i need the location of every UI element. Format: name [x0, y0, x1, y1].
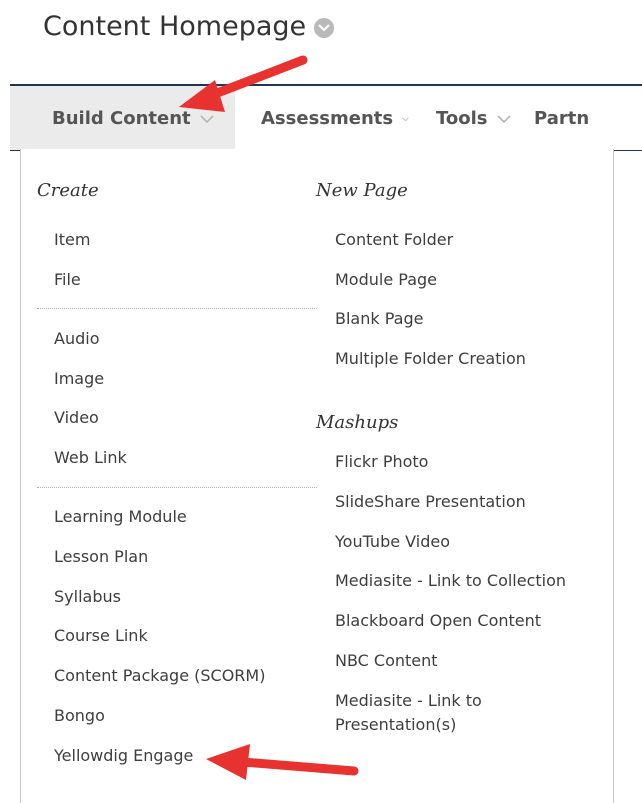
menu-item-flickr-photo[interactable]: Flickr Photo [335, 452, 428, 471]
menu-item-lesson-plan[interactable]: Lesson Plan [54, 547, 148, 566]
menu-item-blackboard-open-content[interactable]: Blackboard Open Content [335, 611, 541, 630]
partner-menu-button[interactable]: Partn [534, 86, 589, 150]
menu-item-syllabus[interactable]: Syllabus [54, 587, 121, 606]
menu-item-content-folder[interactable]: Content Folder [335, 230, 453, 249]
menu-item-video[interactable]: Video [54, 408, 99, 427]
menu-divider [37, 308, 317, 309]
course-toolbar: Build Content Assessments Tools Partn [10, 84, 642, 151]
menu-item-mediasite-presentation-line2: Presentation(s) [335, 715, 457, 734]
tools-label: Tools [436, 107, 488, 129]
menu-item-yellowdig-engage[interactable]: Yellowdig Engage [54, 746, 193, 765]
menu-item-learning-module[interactable]: Learning Module [54, 507, 187, 526]
menu-item-youtube-video[interactable]: YouTube Video [335, 532, 450, 551]
partner-label: Partn [534, 107, 590, 129]
menu-item-image[interactable]: Image [54, 369, 104, 388]
menu-item-blank-page[interactable]: Blank Page [335, 309, 423, 328]
new-page-heading: New Page [316, 180, 408, 201]
menu-item-audio[interactable]: Audio [54, 329, 99, 348]
build-content-dropdown: Create Item File Audio Image Video Web L… [20, 149, 614, 803]
menu-item-multiple-folder-creation[interactable]: Multiple Folder Creation [335, 349, 526, 368]
menu-item-slideshare-presentation[interactable]: SlideShare Presentation [335, 492, 526, 511]
page-title-row: Content Homepage [43, 6, 335, 46]
menu-item-file[interactable]: File [54, 270, 81, 289]
menu-item-nbc-content[interactable]: NBC Content [335, 651, 438, 670]
mashups-heading: Mashups [316, 412, 399, 433]
tools-menu-button[interactable]: Tools [409, 86, 534, 150]
menu-item-mediasite-link-to-collection[interactable]: Mediasite - Link to Collection [335, 571, 566, 590]
create-heading: Create [37, 180, 99, 201]
menu-item-content-package[interactable]: Content Package (SCORM) [54, 666, 265, 685]
title-options-chevron-icon[interactable] [314, 18, 335, 38]
page-title: Content Homepage [43, 10, 307, 42]
menu-divider [37, 487, 317, 488]
menu-item-mediasite-link-to-presentation[interactable]: Mediasite - Link to Presentation(s) [335, 691, 482, 734]
red-arrow-icon [206, 744, 359, 780]
chevron-down-icon [402, 116, 409, 121]
menu-item-item[interactable]: Item [54, 230, 90, 249]
menu-item-mediasite-presentation-line1: Mediasite - Link to [335, 691, 482, 710]
menu-item-bongo[interactable]: Bongo [54, 706, 105, 725]
menu-item-module-page[interactable]: Module Page [335, 270, 437, 289]
menu-item-web-link[interactable]: Web Link [54, 448, 127, 467]
chevron-down-icon [496, 114, 511, 123]
menu-item-course-link[interactable]: Course Link [54, 626, 148, 645]
red-arrow-icon [179, 55, 308, 112]
